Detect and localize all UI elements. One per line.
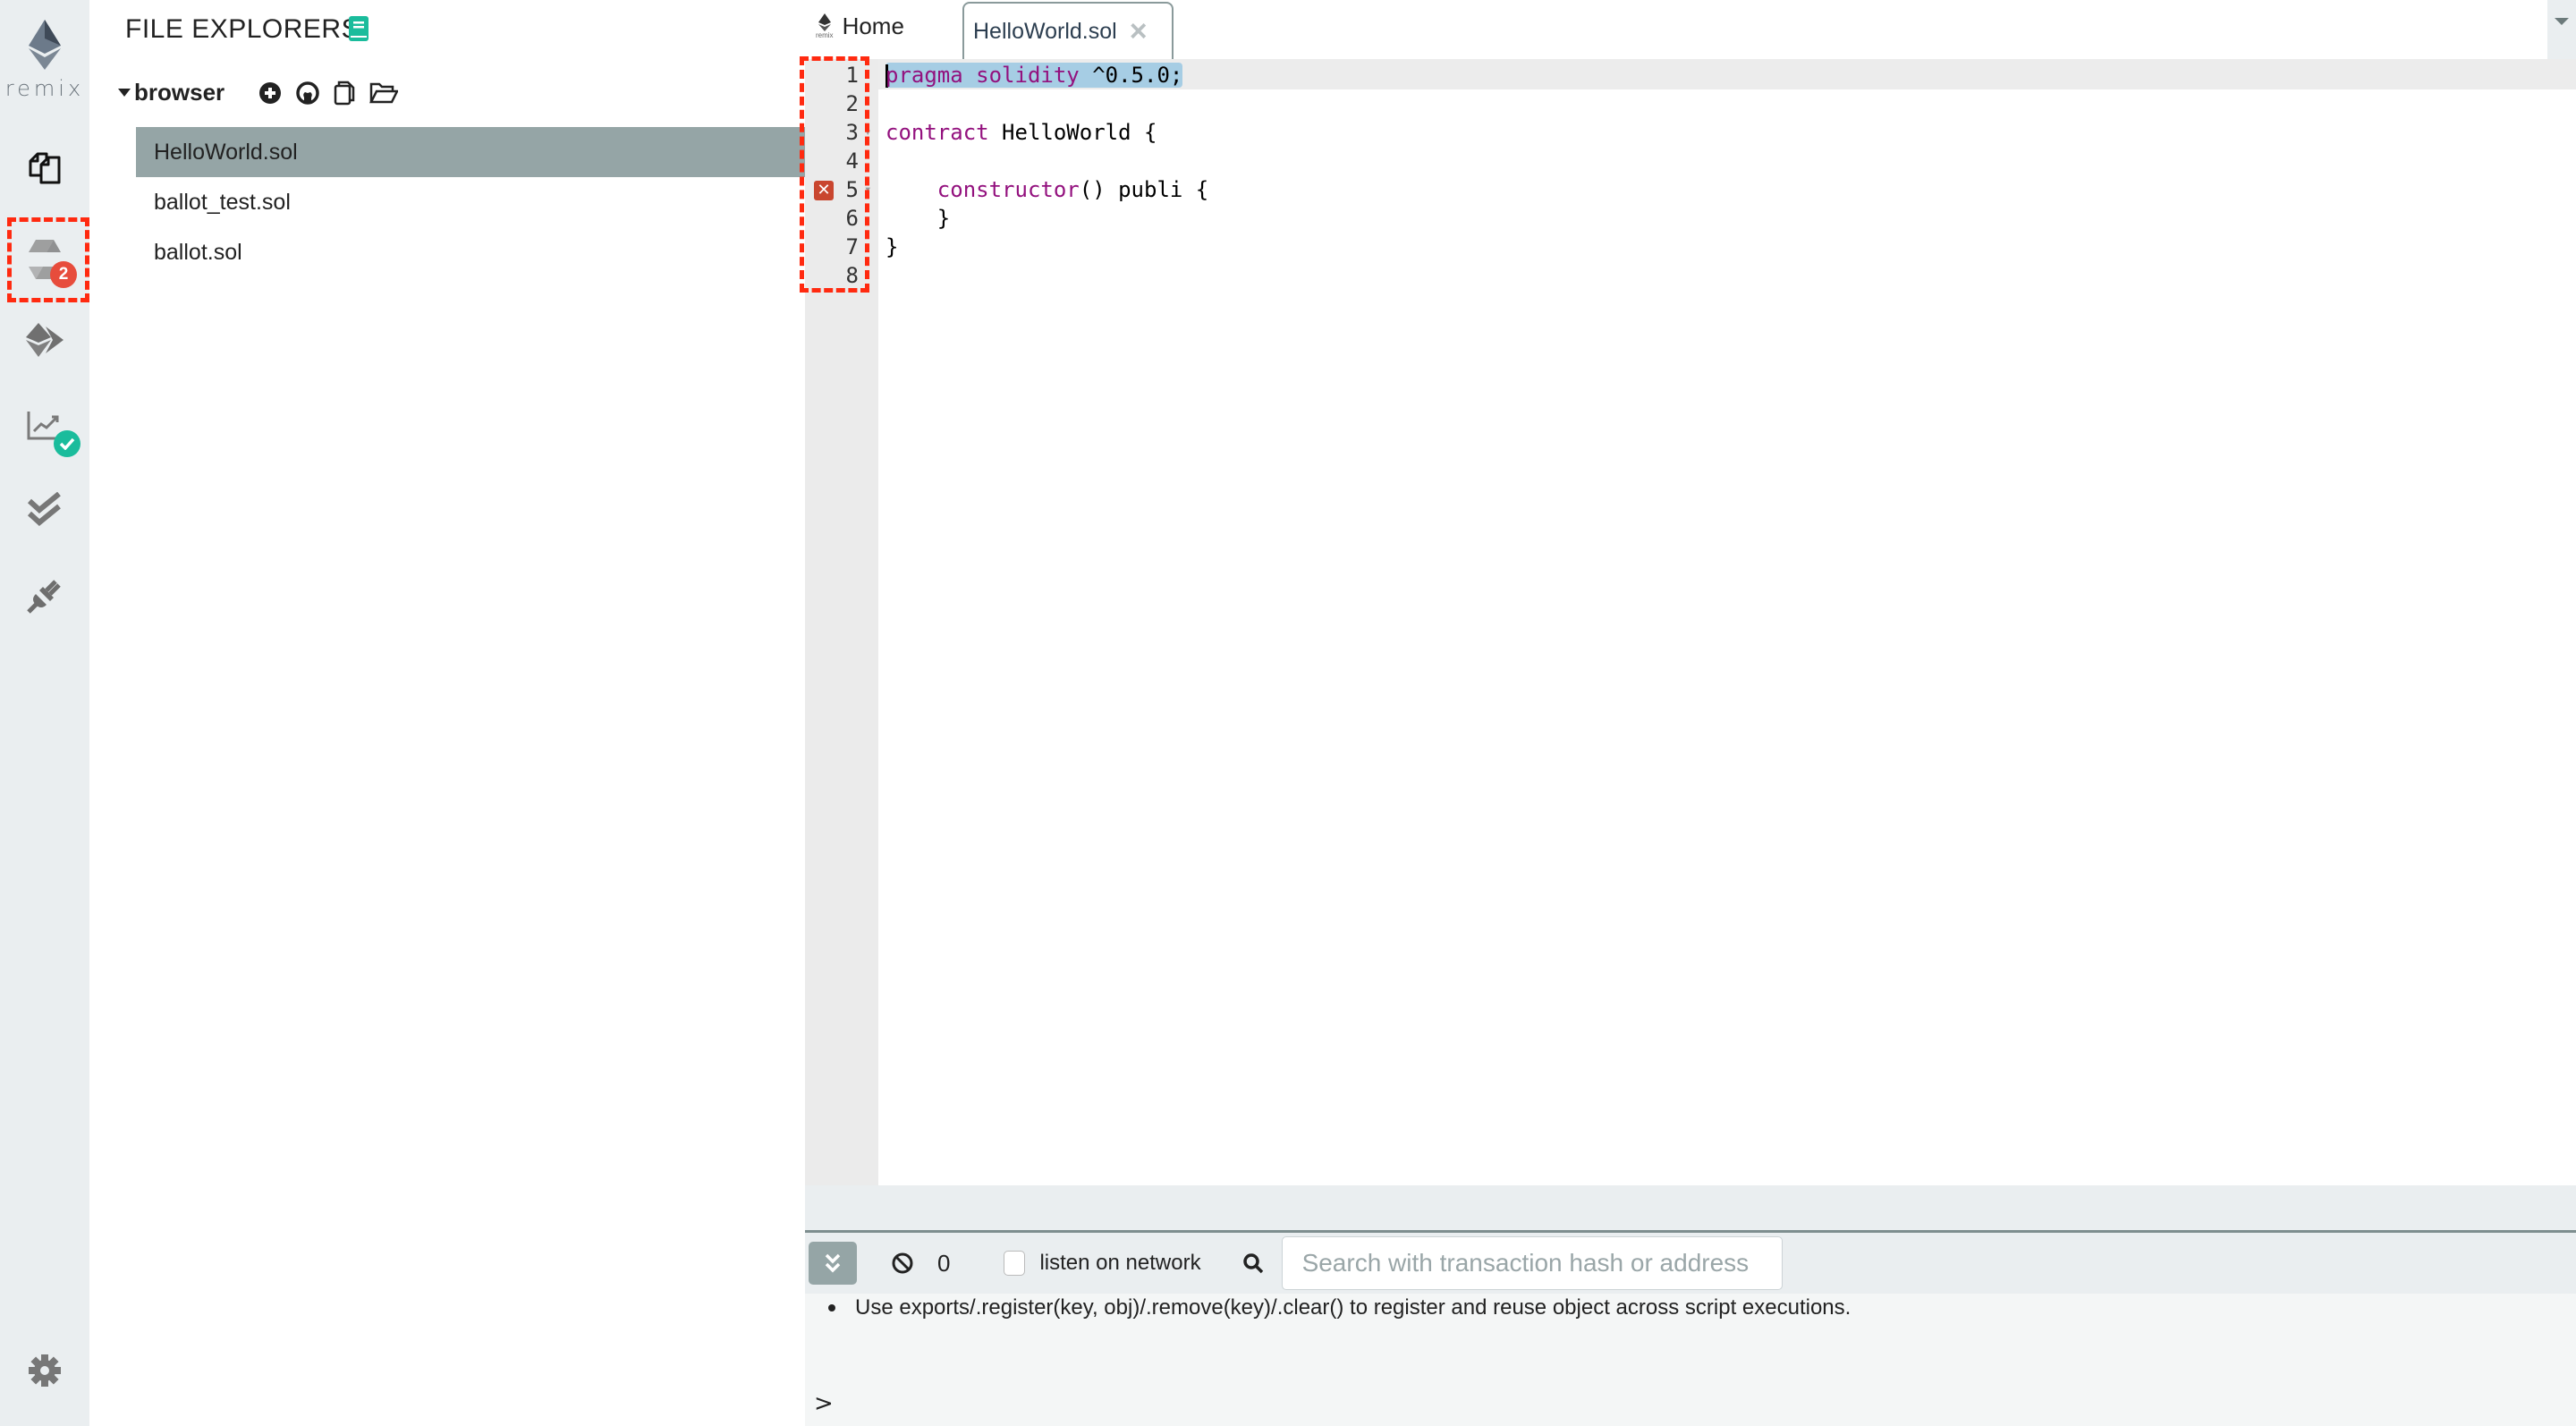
settings-button[interactable] [0, 1335, 89, 1406]
tab-home[interactable]: remix Home [816, 13, 904, 40]
documentation-button[interactable] [349, 16, 369, 46]
check-icon [59, 437, 75, 450]
tabs-dropdown-button[interactable] [2547, 0, 2576, 59]
ethereum-logo-icon [29, 20, 61, 70]
double-chevron-down-icon [825, 1253, 841, 1273]
pending-transactions-count: 0 [937, 1249, 951, 1277]
code-line: 2 [805, 89, 2576, 118]
analysis-button[interactable] [0, 389, 89, 461]
search-icon [1242, 1253, 1263, 1274]
terminal-prompt[interactable]: > [814, 1390, 834, 1417]
listen-network-checkbox[interactable] [1004, 1251, 1026, 1276]
book-icon [349, 16, 369, 41]
github-icon[interactable] [296, 81, 319, 105]
terminal-output: Use exports/.register(key, obj)/.remove(… [805, 1294, 2576, 1426]
file-name: HelloWorld.sol [154, 139, 298, 165]
highlight-box-compiler [7, 217, 89, 302]
file-item-helloworld[interactable]: HelloWorld.sol [136, 127, 805, 177]
tab-label: Home [842, 13, 904, 39]
toggle-terminal-button[interactable] [809, 1242, 857, 1285]
remix-logo[interactable]: remix [0, 20, 89, 101]
gear-icon [29, 1354, 61, 1387]
add-file-icon[interactable] [258, 81, 282, 105]
icon-panel: remix 2 [0, 0, 89, 1426]
caret-down-icon[interactable] [118, 89, 131, 97]
files-icon [29, 152, 61, 184]
editor-panel: remix Home HelloWorld.sol × 1 pragma sol… [800, 0, 2576, 1185]
terminal-message: Use exports/.register(key, obj)/.remove(… [828, 1295, 1851, 1320]
bullet-icon [828, 1304, 835, 1311]
double-check-icon [27, 492, 61, 526]
remix-small-icon: remix [816, 13, 834, 39]
code-line: 1 pragma solidity ^0.5.0; [805, 61, 2576, 89]
file-name: ballot.sol [154, 239, 242, 265]
listen-network-label[interactable]: listen on network [1039, 1251, 1200, 1276]
copy-files-icon[interactable] [334, 81, 355, 106]
ethereum-deploy-icon [26, 323, 64, 357]
file-item-ballot[interactable]: ballot.sol [136, 227, 805, 277]
caret-down-icon [2555, 18, 2569, 25]
file-name: ballot_test.sol [154, 189, 291, 215]
analysis-ok-badge [54, 430, 80, 457]
file-item-ballot-test[interactable]: ballot_test.sol [136, 177, 805, 227]
terminal-toolbar: 0 listen on network [805, 1233, 2576, 1294]
transaction-search-input[interactable] [1281, 1236, 1783, 1290]
file-explorer-panel: FILE EXPLORERS browser HelloWorld.sol ba… [89, 0, 805, 1426]
folder-label: browser [134, 79, 225, 106]
plugin-manager-button[interactable] [0, 560, 89, 632]
close-tab-icon[interactable]: × [1130, 16, 1148, 47]
plug-icon [27, 580, 61, 614]
clear-console-icon[interactable] [891, 1252, 914, 1275]
file-explorers-button[interactable] [0, 131, 89, 202]
tab-bar: remix Home HelloWorld.sol × [805, 0, 2576, 59]
panel-title: FILE EXPLORERS [125, 14, 360, 44]
code-line: 4 [805, 147, 2576, 175]
editor-terminal-spacer [805, 1185, 2576, 1231]
code-line: 8 [805, 261, 2576, 290]
code-line: 7 } [805, 233, 2576, 261]
code-line: ✕ 5 ▾ constructor() publi { [805, 175, 2576, 204]
code-line: 3 ▾ contract HelloWorld { [805, 118, 2576, 147]
testing-button[interactable] [0, 474, 89, 546]
deploy-run-button[interactable] [0, 304, 89, 376]
tab-label: HelloWorld.sol [973, 18, 1117, 44]
tab-helloworld[interactable]: HelloWorld.sol × [962, 2, 1174, 59]
browser-folder[interactable]: browser [118, 79, 399, 106]
code-line: 6 } [805, 204, 2576, 233]
open-folder-icon[interactable] [369, 82, 399, 104]
highlight-box-gutter [800, 56, 869, 293]
logo-text: remix [4, 76, 85, 101]
